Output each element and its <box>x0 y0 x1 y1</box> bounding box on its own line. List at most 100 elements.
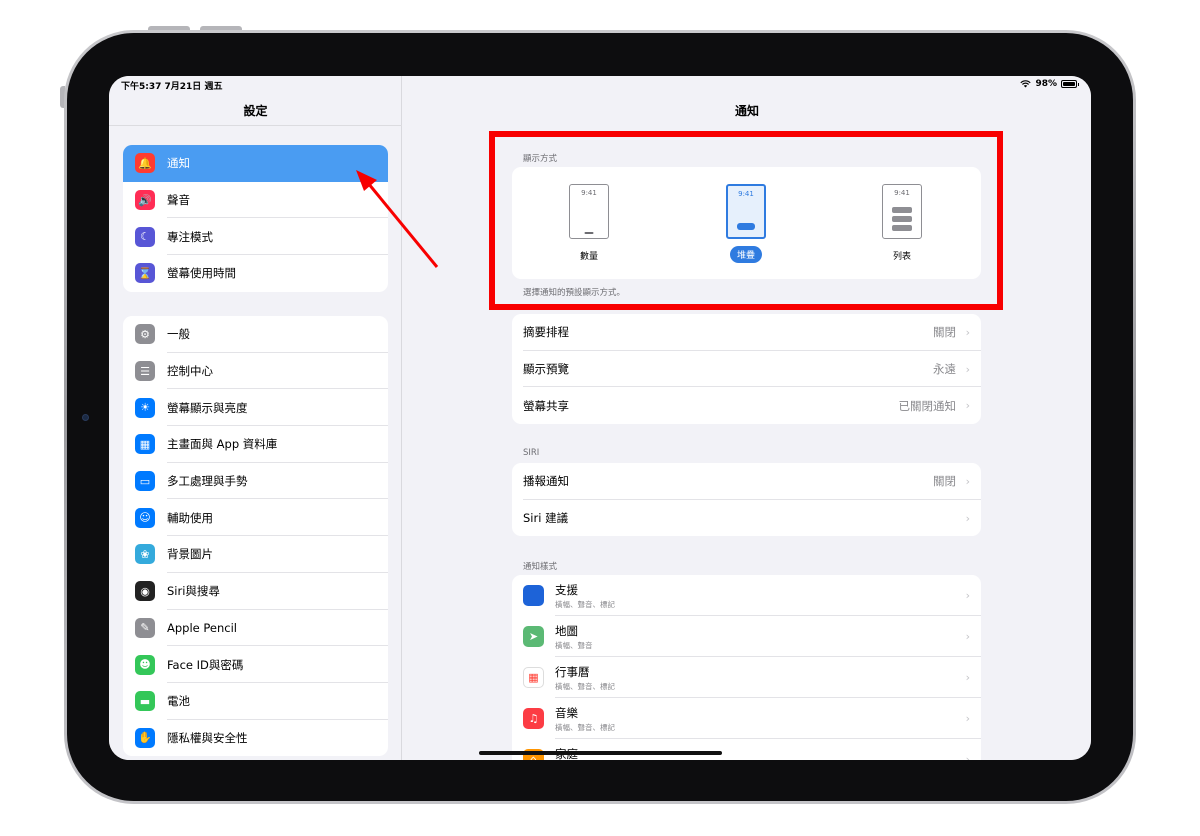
app-name: 音樂 <box>555 706 578 720</box>
siri-section-header: SIRI <box>523 448 540 458</box>
accessibility-icon: ☺ <box>135 507 155 528</box>
settings-row[interactable]: 摘要排程 關閉 › <box>512 314 981 351</box>
sidebar-group-notifications: 🔔 通知 🔊 聲音 ☾ 專注模式 ⌛ 螢幕使用時間 <box>123 145 388 292</box>
faceid-icon: ☻ <box>135 654 155 675</box>
chevron-right-icon: › <box>965 753 970 760</box>
settings-row[interactable]: 顯示預覽 永遠 › <box>512 351 981 388</box>
status-right: 98% <box>1020 79 1079 89</box>
app-alert-types: 橫幅、聲音、標記 <box>555 600 615 609</box>
sidebar-item-label: 主畫面與 App 資料庫 <box>167 437 278 452</box>
speaker-icon: 🔊 <box>135 190 155 211</box>
sidebar-item[interactable]: ◉ Siri與搜尋 <box>123 573 388 610</box>
calendar-icon: ▦ <box>523 667 544 688</box>
settings-row-value: 永遠 <box>933 362 956 377</box>
page-title: 通知 <box>734 104 759 118</box>
settings-row[interactable]: Siri 建議 › <box>512 500 981 537</box>
sidebar-item[interactable]: ▭ 多工處理與手勢 <box>123 463 388 500</box>
chevron-right-icon: › <box>965 474 970 488</box>
settings-row-value: 關閉 <box>933 474 956 489</box>
chevron-right-icon: › <box>965 362 970 376</box>
chevron-right-icon: › <box>965 671 970 684</box>
front-camera <box>82 414 89 421</box>
status-time: 下午5:37 7月21日 週五 <box>121 82 223 92</box>
siri-icon: ◉ <box>135 581 155 602</box>
sidebar-item[interactable]: ☺ 輔助使用 <box>123 499 388 537</box>
sidebar-item-label: 螢幕使用時間 <box>167 266 236 281</box>
hourglass-icon: ⌛ <box>135 263 155 284</box>
sidebar-item[interactable]: ⚙ 一般 <box>123 316 388 353</box>
sidebar-item-label: 通知 <box>167 156 190 171</box>
app-notification-row[interactable]: ⌂家庭› <box>512 739 981 760</box>
sidebar-item-label: Siri與搜尋 <box>167 584 220 599</box>
battery-icon: ▬ <box>135 691 155 712</box>
bell-icon: 🔔 <box>135 153 155 174</box>
gear-icon: ⚙ <box>135 324 155 345</box>
pencil-icon: ✎ <box>135 617 155 638</box>
sidebar-group-general: ⚙ 一般 ☰ 控制中心 ☀ 螢幕顯示與亮度 ▦ 主畫面與 App 資料庫 ▭ 多工處理與手勢 ☺ 輔助… <box>123 316 388 757</box>
notification-style-apps-card: 支援 橫幅、聲音、標記 › ➤ 地圖 橫幅、聲音 › ▦ 行事曆 橫幅、聲音、標記 › ♫ 音樂 橫幅、聲… <box>512 575 981 760</box>
app-alert-types: 橫幅、聲音、標記 <box>555 723 615 732</box>
sidebar-item-label: 背景圖片 <box>167 547 213 562</box>
sidebar-item-label: 一般 <box>167 327 190 342</box>
sidebar-item-label: 控制中心 <box>167 364 213 379</box>
app-notification-row[interactable]: ▦ 行事曆 橫幅、聲音、標記 › <box>512 657 981 698</box>
toggles-icon: ☰ <box>135 361 155 382</box>
sidebar-header-divider <box>109 125 402 126</box>
apple-support-icon <box>523 585 544 606</box>
wifi-icon <box>1020 80 1032 88</box>
chevron-right-icon: › <box>965 712 970 725</box>
multitask-icon: ▭ <box>135 471 155 492</box>
sidebar-item[interactable]: ▬ 電池 <box>123 683 388 720</box>
home-screen-icon: ▦ <box>135 434 155 455</box>
app-name: 支援 <box>555 583 578 597</box>
chevron-right-icon: › <box>965 511 970 525</box>
sidebar-item[interactable]: ☾ 專注模式 <box>123 218 388 256</box>
home-indicator <box>479 751 722 755</box>
app-notification-row[interactable]: 支援橫幅、聲音、標記 › <box>512 575 981 616</box>
battery-percent: 98% <box>1035 79 1057 89</box>
flower-icon: ❀ <box>135 544 155 565</box>
settings-row[interactable]: 螢幕共享 已關閉通知 › <box>512 387 981 424</box>
sidebar-item[interactable]: ☀ 螢幕顯示與亮度 <box>123 389 388 427</box>
sidebar-title: 設定 <box>243 104 268 118</box>
sidebar-item[interactable]: ✎ Apple Pencil <box>123 610 388 647</box>
sidebar-item[interactable]: ▦ 主畫面與 App 資料庫 <box>123 426 388 463</box>
app-notification-row[interactable]: ♫ 音樂 橫幅、聲音、標記 › <box>512 698 981 739</box>
sidebar-item[interactable]: ☻ Face ID與密碼 <box>123 646 388 683</box>
app-notification-row[interactable]: ➤ 地圖橫幅、聲音 › <box>512 616 981 657</box>
sidebar-item[interactable]: ✋ 隱私權與安全性 <box>123 720 388 757</box>
sidebar-item[interactable]: 🔊 聲音 <box>123 182 388 219</box>
sidebar-item[interactable]: ❀ 背景圖片 <box>123 536 388 573</box>
notification-settings-card: 摘要排程 關閉 › 顯示預覽 永遠 › 螢幕共享 已關閉通知 › <box>512 314 981 425</box>
moon-icon: ☾ <box>135 226 155 247</box>
settings-row-label: 播報通知 <box>523 474 569 489</box>
app-name: 地圖 <box>555 624 578 638</box>
siri-card: 播報通知 關閉 › Siri 建議 › <box>512 463 981 537</box>
settings-row-label: Siri 建議 <box>523 511 569 526</box>
sidebar-item-label: Face ID與密碼 <box>167 657 244 672</box>
settings-row[interactable]: 播報通知 關閉 › <box>512 463 981 500</box>
battery-icon <box>1061 80 1079 88</box>
chevron-right-icon: › <box>965 589 970 602</box>
status-bar: 下午5:37 7月21日 週五 98% <box>109 76 1091 94</box>
maps-icon: ➤ <box>523 626 544 647</box>
sidebar-item-label: 聲音 <box>167 193 190 208</box>
settings-row-label: 摘要排程 <box>523 325 569 340</box>
sidebar-item-label: 輔助使用 <box>167 510 213 525</box>
settings-row-label: 顯示預覽 <box>523 362 569 377</box>
chevron-right-icon: › <box>965 325 970 339</box>
sun-icon: ☀ <box>135 397 155 418</box>
sidebar-item-label: Apple Pencil <box>167 620 237 635</box>
sidebar-item[interactable]: 🔔 通知 <box>123 145 388 182</box>
chevron-right-icon: › <box>965 630 970 643</box>
sidebar-item-label: 電池 <box>167 694 190 709</box>
app-alert-types: 橫幅、聲音 <box>555 641 593 650</box>
settings-row-value: 已關閉通知 <box>898 398 957 413</box>
notification-style-header: 通知樣式 <box>523 562 558 572</box>
sidebar-item[interactable]: ☰ 控制中心 <box>123 353 388 390</box>
settings-sidebar: 設定 🔔 通知 🔊 聲音 ☾ 專注模式 ⌛ 螢幕使用時間 ⚙ 一般 ☰ 控制中心 ☀ 螢幕顯示與亮度 ▦ 主… <box>109 76 402 760</box>
settings-row-value: 關閉 <box>933 325 956 340</box>
sidebar-item[interactable]: ⌛ 螢幕使用時間 <box>123 255 388 292</box>
app-alert-types: 橫幅、聲音、標記 <box>555 682 615 691</box>
sidebar-item-label: 多工處理與手勢 <box>167 474 248 489</box>
